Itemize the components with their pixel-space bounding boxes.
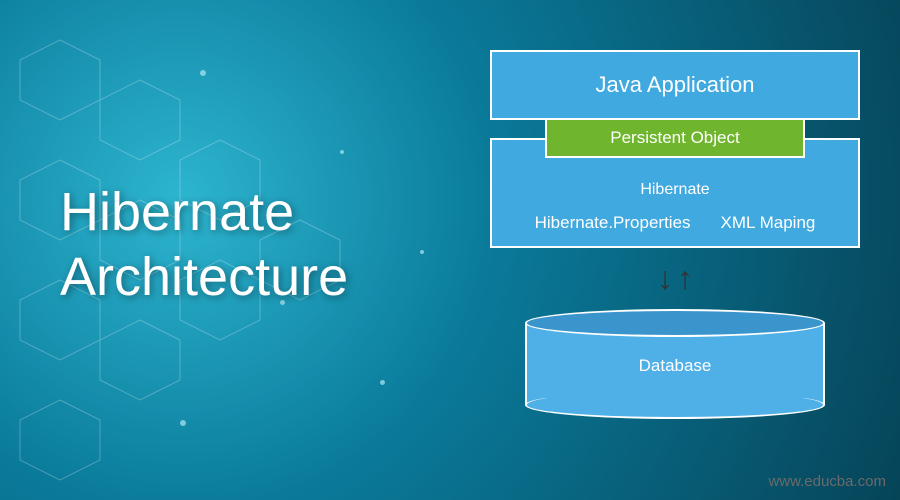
persistent-object-layer: Persistent Object bbox=[545, 118, 805, 158]
xml-mapping-label: XML Maping bbox=[721, 213, 816, 233]
bidirectional-arrow-icon: ↓↑ bbox=[490, 260, 860, 297]
hibernate-properties-label: Hibernate.Properties bbox=[535, 213, 691, 233]
architecture-diagram: Java Application Persistent Object Hiber… bbox=[490, 50, 860, 419]
database-cylinder: Database bbox=[525, 309, 825, 419]
hibernate-label: Hibernate bbox=[640, 181, 709, 199]
java-application-layer: Java Application bbox=[490, 50, 860, 120]
java-app-label: Java Application bbox=[596, 72, 755, 98]
title-line-1: Hibernate bbox=[60, 180, 348, 245]
page-title: Hibernate Architecture bbox=[60, 180, 348, 310]
watermark-url: www.educba.com bbox=[768, 473, 886, 490]
persistent-object-label: Persistent Object bbox=[610, 128, 739, 148]
title-line-2: Architecture bbox=[60, 245, 348, 310]
database-label: Database bbox=[639, 356, 712, 376]
hibernate-config-row: Hibernate.Properties XML Maping bbox=[535, 213, 816, 233]
